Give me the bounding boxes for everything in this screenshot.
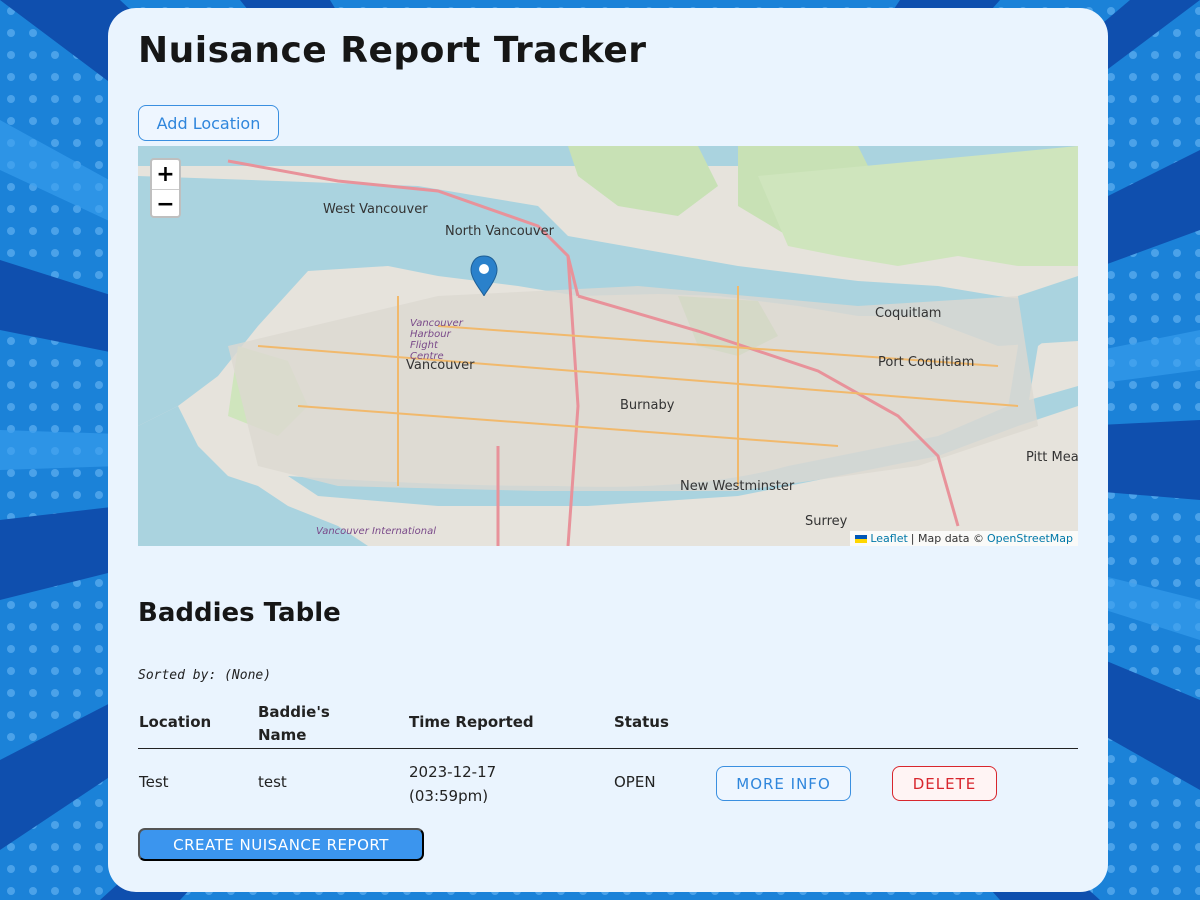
map-attribution: Leaflet | Map data © OpenStreetMap xyxy=(850,531,1078,546)
sorted-by-text: Sorted by: (None) xyxy=(138,668,272,683)
map-label-surrey: Surrey xyxy=(805,514,848,529)
map-label-vancouver-international: Vancouver International xyxy=(316,526,436,537)
cell-status: OPEN xyxy=(614,773,656,791)
column-header-baddie-name[interactable]: Baddie's Name xyxy=(258,701,358,747)
create-nuisance-report-button[interactable]: CREATE NUISANCE REPORT xyxy=(138,828,424,861)
zoom-in-button[interactable]: + xyxy=(152,160,179,189)
map-label-burnaby: Burnaby xyxy=(620,398,675,413)
leaflet-link[interactable]: Leaflet xyxy=(870,532,907,545)
map-tiles xyxy=(138,146,1078,546)
map-label-coquitlam: Coquitlam xyxy=(875,306,942,321)
map-label-north-vancouver: North Vancouver xyxy=(445,224,554,239)
table-header-divider xyxy=(138,748,1078,749)
more-info-button[interactable]: MORE INFO xyxy=(716,766,851,801)
map-label-pitt-meadows: Pitt Meado xyxy=(1026,450,1078,465)
map-label-west-vancouver: West Vancouver xyxy=(323,202,428,217)
map-label-harbour-flight-centre: Vancouver Harbour Flight Centre xyxy=(410,318,463,362)
openstreetmap-link[interactable]: OpenStreetMap xyxy=(987,532,1073,545)
delete-button[interactable]: DELETE xyxy=(892,766,997,801)
attribution-separator: | Map data © xyxy=(910,532,984,545)
ukraine-flag-icon xyxy=(855,534,868,543)
map-view[interactable]: West Vancouver North Vancouver Vancouver… xyxy=(138,146,1078,546)
table-heading: Baddies Table xyxy=(138,598,341,628)
column-header-status[interactable]: Status xyxy=(614,713,669,731)
page-title: Nuisance Report Tracker xyxy=(138,30,647,71)
zoom-control: + − xyxy=(150,158,181,218)
map-label-new-westminster: New Westminster xyxy=(680,479,795,494)
column-header-time-reported[interactable]: Time Reported xyxy=(409,713,534,731)
map-label-port-coquitlam: Port Coquitlam xyxy=(878,355,975,370)
main-card: Nuisance Report Tracker Add Location Wes… xyxy=(108,8,1108,892)
cell-location: Test xyxy=(139,773,169,791)
cell-time-reported: 2023-12-17 (03:59pm) xyxy=(409,763,497,805)
column-header-location[interactable]: Location xyxy=(139,713,211,731)
add-location-button[interactable]: Add Location xyxy=(138,105,279,141)
cell-baddie-name: test xyxy=(258,773,287,791)
zoom-out-button[interactable]: − xyxy=(152,189,179,216)
